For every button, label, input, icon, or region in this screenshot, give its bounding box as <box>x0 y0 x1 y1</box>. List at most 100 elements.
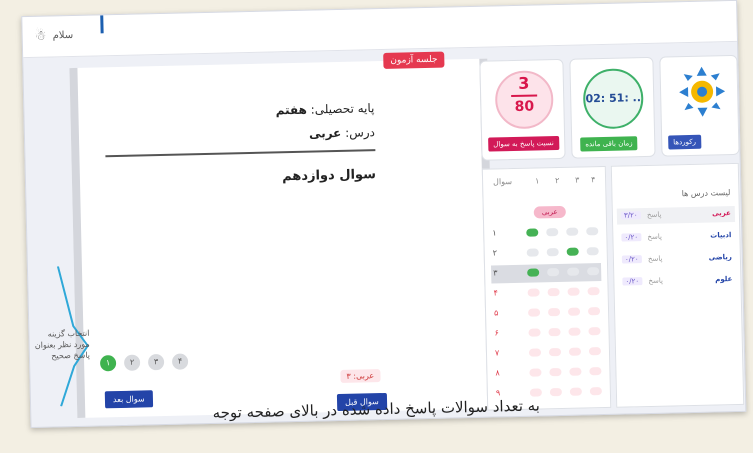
grid-row-number: ۲ <box>492 248 498 258</box>
remaining-time-button[interactable]: زمان باقی مانده <box>580 136 638 152</box>
user-name: سلام <box>52 29 74 42</box>
subject-item[interactable]: ۰/۲۰ پاسخ ادبیات <box>617 228 735 247</box>
grid-answer-cell[interactable] <box>527 268 540 277</box>
subject-list: لیست درس ها ۳/۲۰ پاسخ عربی ۰/۲۰ پاسخ ادبیات ۰/… <box>610 162 745 408</box>
grid-answer-cell[interactable] <box>588 327 601 336</box>
logo-card: رکوردها <box>659 54 740 157</box>
timer-circle: 02: 51: .. <box>582 68 644 130</box>
grid-answer-cell[interactable] <box>548 347 562 357</box>
subject-item-status: پاسخ <box>648 276 663 285</box>
grid-answer-cell[interactable] <box>567 307 581 316</box>
grid-answer-cell[interactable] <box>528 328 541 337</box>
subject-item-count: ۳/۲۰ <box>620 211 641 220</box>
grid-answer-cell[interactable] <box>549 367 562 377</box>
subject-item-name: علوم <box>715 275 733 284</box>
user-icon[interactable]: ☃ <box>35 29 47 44</box>
subject-item-name: عربی <box>711 209 731 218</box>
grid-answer-cell[interactable] <box>546 248 559 257</box>
grade-value: هفتم <box>275 102 308 118</box>
grid-row-number: ۹ <box>495 388 501 398</box>
grade-label: پایه تحصیلی: <box>310 101 375 117</box>
subject-label: درس: <box>344 125 376 140</box>
grid-answer-cell[interactable] <box>567 287 580 296</box>
subject-item-count: ۰/۲۰ <box>621 255 642 264</box>
grid-answer-cell[interactable] <box>566 227 579 236</box>
grid-header-4: ۴ <box>590 175 596 185</box>
answer-ratio-button[interactable]: نسبت پاسخ به سوال <box>488 135 559 152</box>
grid-row-number: ۵ <box>493 308 499 318</box>
grid-answer-cell[interactable] <box>526 248 539 257</box>
grid-row-number: ۱ <box>492 228 497 238</box>
grid-header-2: ۲ <box>554 175 560 186</box>
grid-answer-cell[interactable] <box>548 327 561 337</box>
subject-pill: عربی <box>533 205 566 219</box>
grid-row[interactable]: ۶ <box>492 323 602 343</box>
page-badge: عربی: ۳ <box>340 369 381 383</box>
question-title: سوال دوازدهم <box>281 167 377 185</box>
score-card: 3 80 نسبت پاسخ به سوال <box>479 58 566 161</box>
subject-item-count: ۰/۲۰ <box>622 277 643 286</box>
grid-answer-cell[interactable] <box>546 228 559 237</box>
grid-row-number: ۷ <box>494 348 500 358</box>
callout-text: انتخاب گزینه مورد نظر بعنوان پاسخ صحیح <box>34 328 91 361</box>
grid-header: سوال ۱ ۲ ۳ ۴ <box>483 175 605 190</box>
subject-item[interactable]: ۳/۲۰ پاسخ عربی <box>616 206 736 225</box>
grid-answer-cell[interactable] <box>589 367 602 376</box>
grid-row[interactable]: ۳ <box>491 263 602 284</box>
grid-row[interactable]: ۴ <box>491 283 601 303</box>
grid-answer-cell[interactable] <box>587 287 600 296</box>
subject-item-status: پاسخ <box>646 210 662 219</box>
grid-answer-cell[interactable] <box>547 268 560 277</box>
subject-item-count: ۰/۲۰ <box>621 233 642 242</box>
records-button[interactable]: رکوردها <box>668 134 702 150</box>
grid-answer-cell[interactable] <box>528 348 542 357</box>
grid-header-3: ۳ <box>574 175 580 185</box>
grid-answer-cell[interactable] <box>529 368 542 377</box>
photographed-page: ☃ سلام ☰ جلسه آزمون پایه تحصیلی: هفتم در… <box>7 0 753 453</box>
top-bar: ☃ سلام <box>22 0 737 59</box>
answer-grid: سوال ۱ ۲ ۳ ۴ عربی ۱۲۳۴۵۶۷۸۹ <box>481 165 612 411</box>
subject-item-status: پاسخ <box>647 254 663 263</box>
grid-answer-cell[interactable] <box>566 247 579 256</box>
top-accent-line <box>100 15 104 34</box>
grid-row[interactable]: ۱ <box>490 223 600 243</box>
grid-answer-cell[interactable] <box>547 307 561 317</box>
grid-answer-cell[interactable] <box>568 327 581 336</box>
grid-row-number: ۳ <box>493 268 498 278</box>
total-count: 80 <box>514 98 535 115</box>
grid-answer-cell[interactable] <box>588 347 602 356</box>
subject-list-title: لیست درس ها <box>681 188 731 199</box>
compass-logo-icon <box>679 66 726 117</box>
subject-item[interactable]: ۰/۲۰ پاسخ ریاضی <box>618 250 736 269</box>
grid-answer-cell[interactable] <box>526 228 539 237</box>
timer-card: 02: 51: .. زمان باقی مانده <box>569 56 656 159</box>
grid-row[interactable]: ۸ <box>493 363 603 383</box>
grid-answer-cell[interactable] <box>547 288 560 297</box>
answered-count: 3 <box>518 73 530 93</box>
grid-row-number: ۴ <box>493 288 499 298</box>
grid-answer-cell[interactable] <box>527 308 541 317</box>
grid-header-1: ۱ <box>534 176 540 186</box>
exam-app-window: ☃ سلام ☰ جلسه آزمون پایه تحصیلی: هفتم در… <box>21 0 747 429</box>
grid-answer-cell[interactable] <box>587 307 601 316</box>
grid-row-number: ۸ <box>495 368 500 378</box>
score-circle: 3 80 <box>494 70 554 130</box>
grid-rows: ۱۲۳۴۵۶۷۸۹ <box>483 167 605 397</box>
grid-answer-cell[interactable] <box>587 267 600 276</box>
grid-header-question: سوال <box>493 177 513 187</box>
grid-answer-cell[interactable] <box>586 247 599 256</box>
subject-item[interactable]: ۰/۲۰ پاسخ علوم <box>618 272 736 291</box>
grid-row-number: ۶ <box>494 328 499 338</box>
grid-answer-cell[interactable] <box>586 227 599 236</box>
subject-rows: ۳/۲۰ پاسخ عربی ۰/۲۰ پاسخ ادبیات ۰/۲۰ پاسخ ریاضی ۰… <box>612 164 738 286</box>
grid-answer-cell[interactable] <box>567 267 580 276</box>
grid-answer-cell[interactable] <box>569 367 582 376</box>
grid-row[interactable]: ۵ <box>492 303 602 323</box>
grid-row[interactable]: ۲ <box>491 243 601 263</box>
exam-info-button[interactable]: جلسه آزمون <box>383 51 445 69</box>
grid-answer-cell[interactable] <box>568 347 582 356</box>
subject-item-name: ادبیات <box>710 231 732 240</box>
grid-answer-cell[interactable] <box>527 288 540 297</box>
subject-item-name: ریاضی <box>708 253 732 262</box>
grid-row[interactable]: ۷ <box>493 343 603 363</box>
